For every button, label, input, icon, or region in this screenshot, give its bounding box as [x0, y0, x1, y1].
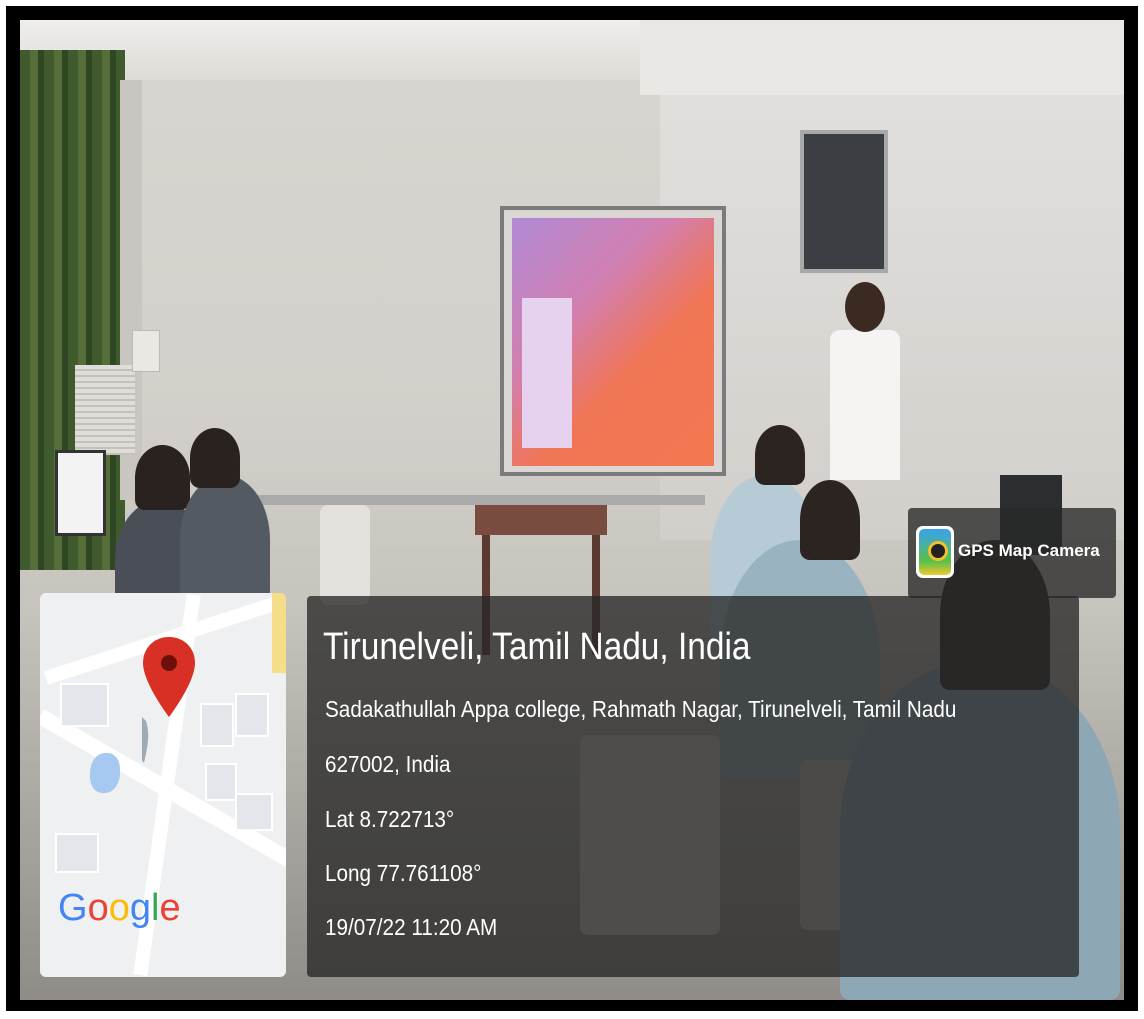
- switch-box: [132, 330, 160, 372]
- google-logo: Google: [58, 887, 181, 929]
- student-head: [755, 425, 805, 485]
- projected-screen: [512, 218, 714, 466]
- map-water: [90, 753, 120, 793]
- teacher-table: [475, 505, 607, 535]
- air-conditioner: [75, 365, 135, 455]
- map-road-highlight: [272, 593, 286, 673]
- student-head: [190, 428, 240, 488]
- instructor: [820, 282, 910, 492]
- location-title: Tirunelveli, Tamil Nadu, India: [323, 626, 751, 668]
- smart-board: [500, 206, 726, 476]
- student-head: [135, 445, 190, 510]
- latitude-text: Lat 8.722713°: [325, 806, 455, 832]
- instructor-body: [830, 330, 900, 480]
- gps-map-camera-badge: GPS Map Camera: [908, 508, 1116, 598]
- student: [180, 475, 270, 605]
- wall-rail: [225, 495, 705, 505]
- longitude-text: Long 77.761108°: [325, 860, 482, 886]
- projected-context-menu: [522, 298, 572, 448]
- instructor-head: [845, 282, 885, 332]
- computer-monitor: [55, 450, 106, 536]
- chair: [320, 505, 370, 605]
- map-pin-icon: [142, 637, 195, 763]
- address-line-1: Sadakathullah Appa college, Rahmath Naga…: [325, 696, 957, 722]
- address-line-2: 627002, India: [325, 751, 451, 777]
- wall-speaker: [800, 130, 888, 273]
- ceiling-beam: [640, 20, 1124, 95]
- map-thumbnail: Google: [40, 593, 286, 977]
- timestamp-text: 19/07/22 11:20 AM: [325, 914, 498, 940]
- student-head: [800, 480, 860, 560]
- gps-map-camera-app-icon: [916, 526, 954, 578]
- location-info-card: Tirunelveli, Tamil Nadu, India Sadakathu…: [307, 596, 1079, 977]
- badge-label: GPS Map Camera: [958, 541, 1100, 560]
